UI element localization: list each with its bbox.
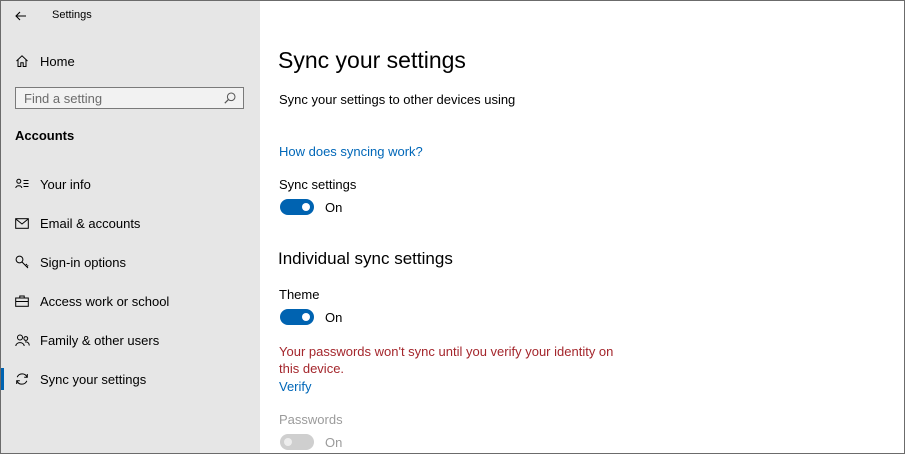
- accounts-heading: Accounts: [15, 128, 75, 143]
- mail-icon: [14, 215, 30, 231]
- passwords-toggle: On: [280, 434, 342, 450]
- back-arrow-icon: [15, 11, 26, 21]
- title-bar: Settings: [1, 1, 260, 31]
- sidebar-item-label: Sync your settings: [40, 371, 147, 387]
- toggle-knob: [302, 203, 310, 211]
- person-card-icon: [14, 176, 30, 192]
- sidebar-item-family-users[interactable]: Family & other users: [1, 325, 260, 355]
- sync-settings-toggle[interactable]: On: [280, 199, 342, 215]
- search-icon[interactable]: [223, 91, 237, 105]
- individual-sync-heading: Individual sync settings: [278, 249, 453, 268]
- briefcase-icon: [14, 293, 30, 309]
- sidebar-item-sign-in-options[interactable]: Sign-in options: [1, 247, 260, 277]
- sidebar-item-label: Email & accounts: [40, 215, 141, 231]
- sync-settings-label: Sync settings: [279, 177, 357, 192]
- how-syncing-works-link[interactable]: How does syncing work?: [279, 144, 423, 159]
- sidebar-item-label: Your info: [40, 176, 91, 192]
- key-icon: [14, 254, 30, 270]
- sidebar-item-label: Access work or school: [40, 293, 170, 309]
- search-input[interactable]: [16, 88, 224, 108]
- toggle-state-text: On: [325, 199, 343, 215]
- search-box[interactable]: [15, 87, 244, 109]
- toggle-knob: [302, 313, 310, 321]
- people-icon: [14, 332, 30, 348]
- sidebar-item-label: Family & other users: [40, 332, 160, 348]
- back-button[interactable]: [11, 6, 31, 26]
- toggle-track[interactable]: [280, 309, 314, 325]
- sidebar-item-home[interactable]: Home: [1, 48, 260, 74]
- toggle-track[interactable]: [280, 199, 314, 215]
- password-warning-text: Your passwords won't sync until you veri…: [279, 344, 614, 376]
- toggle-knob: [284, 438, 292, 446]
- toggle-state-text: On: [325, 309, 343, 325]
- theme-toggle[interactable]: On: [280, 309, 342, 325]
- content-pane: Sync your settings Sync your settings to…: [260, 1, 904, 453]
- verify-link[interactable]: Verify: [279, 379, 312, 394]
- sidebar: Settings Home Accounts: [1, 1, 260, 453]
- sync-description: Sync your settings to other devices usin…: [279, 92, 516, 107]
- toggle-state-text: On: [325, 434, 343, 450]
- sync-icon: [14, 371, 30, 387]
- sidebar-item-label: Sign-in options: [40, 254, 126, 270]
- sidebar-item-your-info[interactable]: Your info: [1, 169, 260, 199]
- theme-label: Theme: [279, 287, 320, 302]
- page-title: Sync your settings: [278, 47, 466, 73]
- sidebar-item-email-accounts[interactable]: Email & accounts: [1, 208, 260, 238]
- window-title: Settings: [52, 9, 92, 21]
- settings-window: Settings Home Accounts: [0, 0, 905, 454]
- sidebar-item-label: Home: [40, 53, 75, 69]
- active-indicator: [1, 368, 4, 390]
- home-icon: [14, 53, 30, 69]
- toggle-track: [280, 434, 314, 450]
- passwords-label: Passwords: [279, 412, 343, 427]
- sidebar-item-access-work[interactable]: Access work or school: [1, 286, 260, 316]
- sidebar-item-sync-settings[interactable]: Sync your settings: [1, 364, 260, 394]
